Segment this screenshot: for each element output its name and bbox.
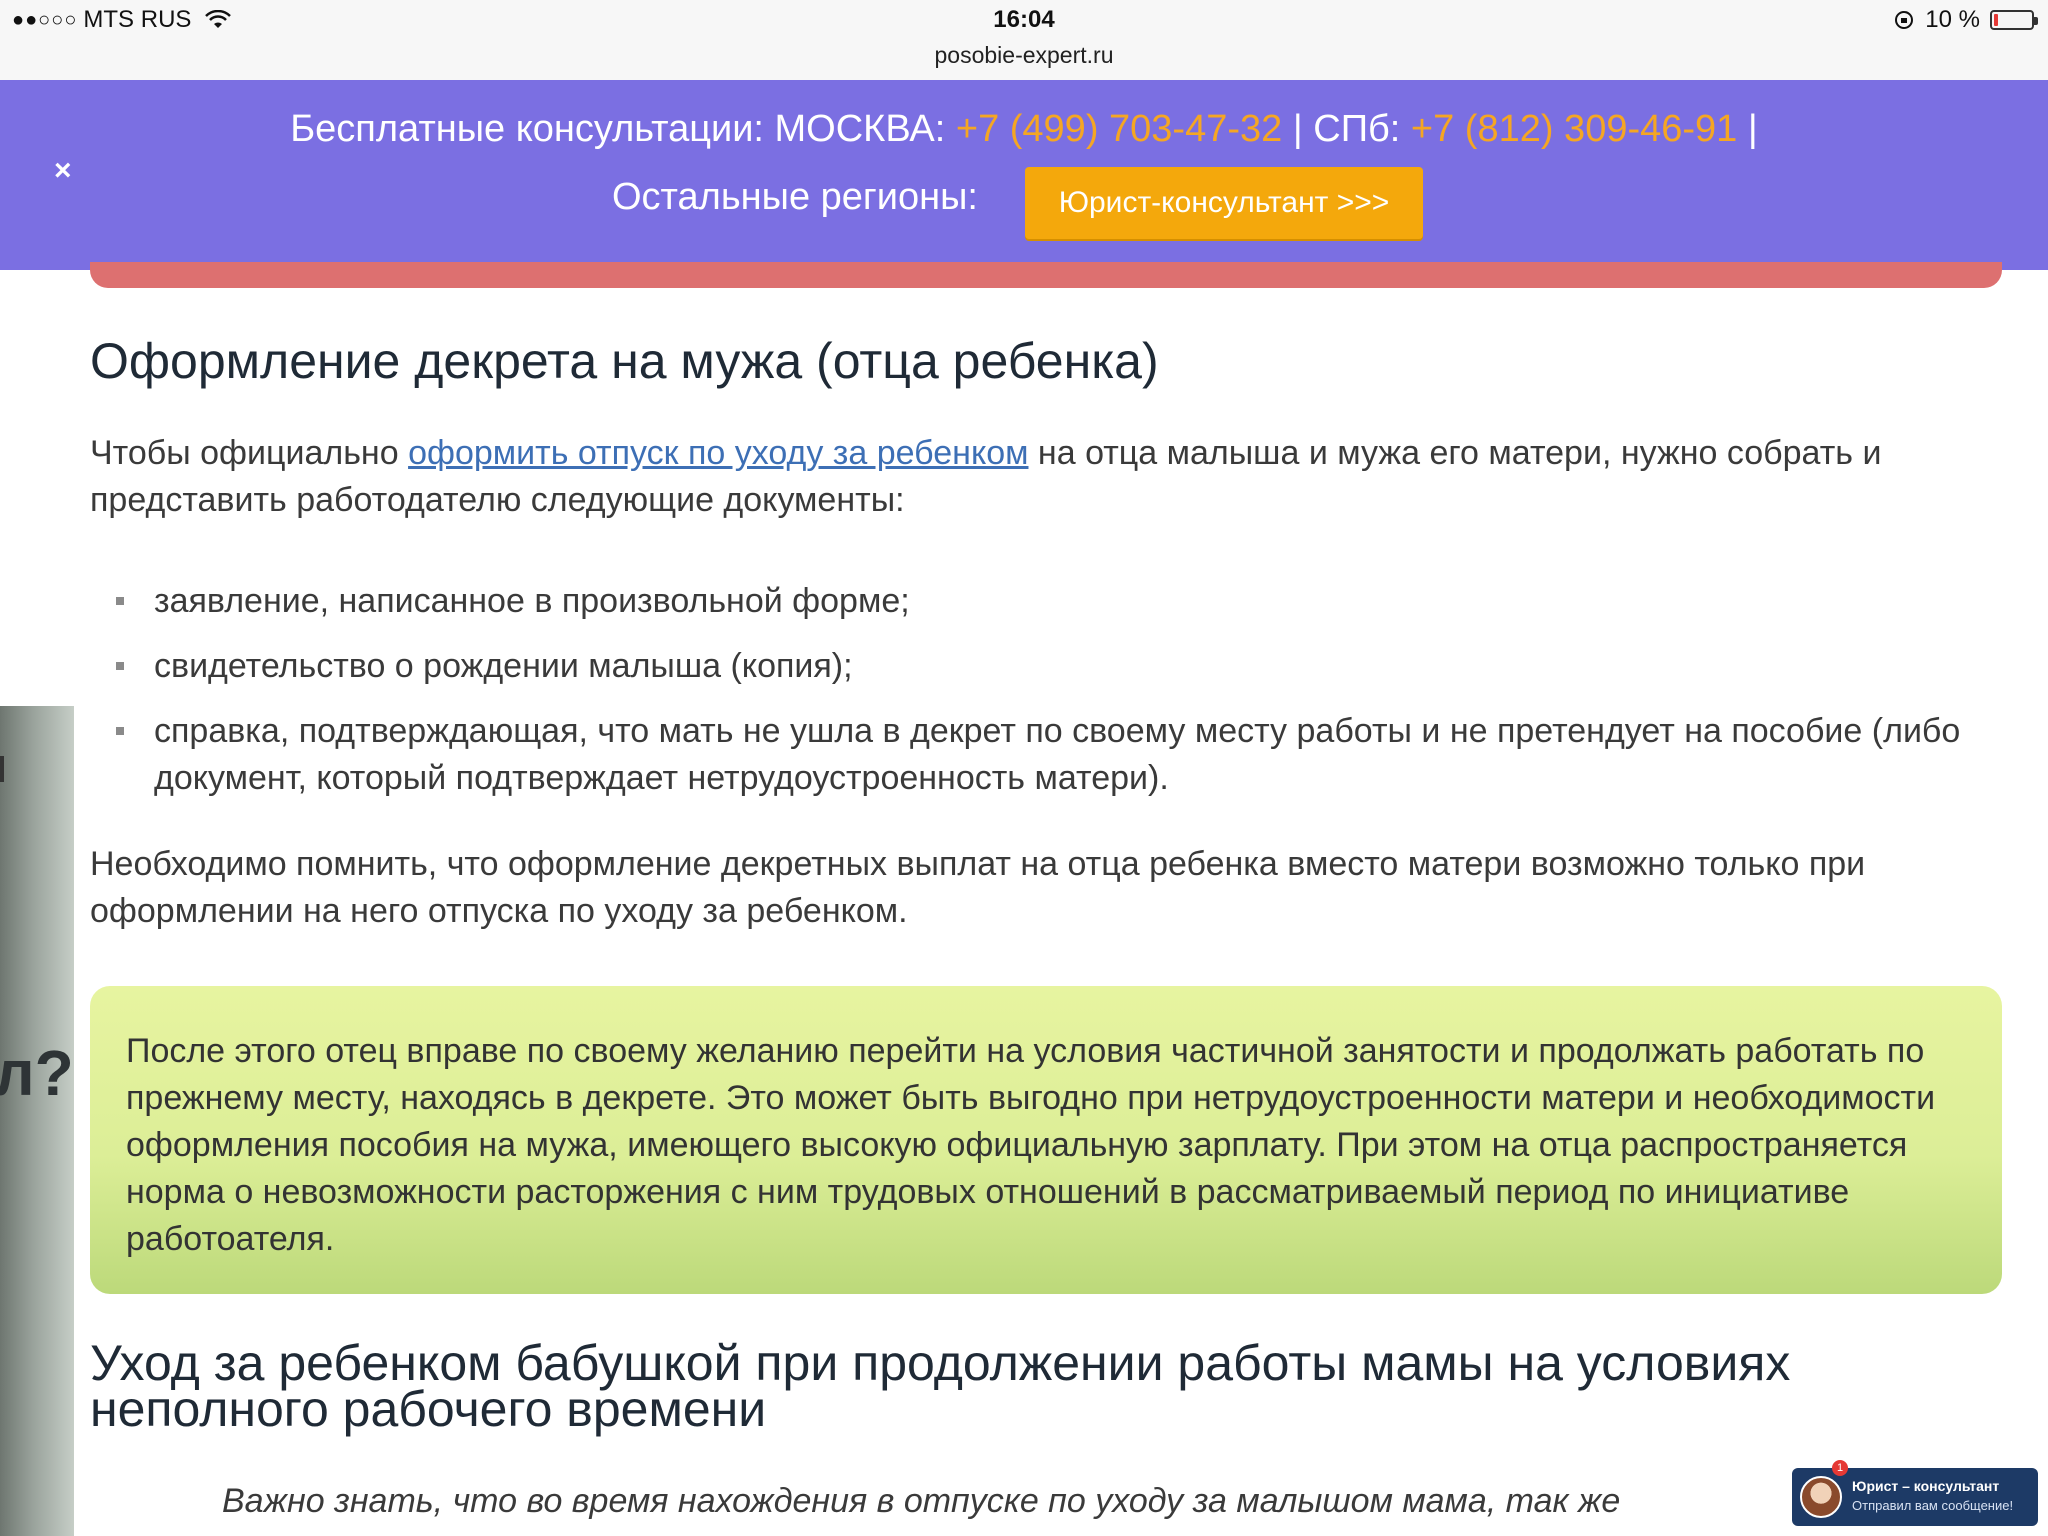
- intro-paragraph: Чтобы официально оформить отпуск по уход…: [90, 430, 2002, 524]
- close-icon[interactable]: ×: [54, 154, 72, 188]
- section-heading-grandmother: Уход за ребенком бабушкой при продолжени…: [90, 1335, 1791, 1437]
- chat-subtitle: Отправил вам сообщение!: [1852, 1498, 2014, 1513]
- battery-percent: 10 %: [1925, 6, 1980, 33]
- list-item-text: заявление, написанное в произвольной фор…: [154, 582, 910, 620]
- consultation-banner: × Бесплатные консультации: МОСКВА: +7 (4…: [0, 80, 2048, 270]
- banner-separator: |: [1737, 108, 1758, 150]
- italic-note: Важно знать, что во время нахождения в о…: [222, 1482, 1621, 1520]
- banner-label-moscow: Бесплатные консультации: МОСКВА:: [290, 108, 956, 150]
- ios-status-bar: ●●○○○ MTS RUS 16:04 posobie-expert.ru 10…: [0, 0, 2048, 81]
- bullet-icon: [116, 727, 124, 735]
- spb-phone-link[interactable]: +7 (812) 309-46-91: [1411, 108, 1737, 150]
- bullet-icon: [116, 597, 124, 605]
- side-image-mark: [0, 756, 4, 782]
- list-item: заявление, написанное в произвольной фор…: [90, 578, 2002, 625]
- list-item: справка, подтверждающая, что мать не ушл…: [90, 708, 2002, 802]
- battery-level: [1994, 14, 1998, 26]
- battery-icon: [1990, 10, 2038, 30]
- banner-regions-label: Остальные регионы:: [612, 176, 978, 218]
- moscow-phone-link[interactable]: +7 (499) 703-47-32: [956, 108, 1282, 150]
- address-bar-url[interactable]: posobie-expert.ru: [0, 42, 2048, 69]
- documents-list: заявление, написанное в произвольной фор…: [90, 578, 2002, 820]
- reminder-paragraph: Необходимо помнить, что оформление декре…: [90, 845, 1866, 930]
- notification-badge: 1: [1832, 1460, 1848, 1476]
- bullet-icon: [116, 662, 124, 670]
- clock: 16:04: [993, 6, 1055, 33]
- orientation-lock-icon: [1895, 11, 1914, 29]
- battery-area: 10 %: [1893, 6, 2038, 34]
- banner-phones-line: Бесплатные консультации: МОСКВА: +7 (499…: [0, 108, 2048, 151]
- banner-label-spb: | СПб:: [1282, 108, 1411, 150]
- side-background-image: л?: [0, 706, 74, 1536]
- list-item-text: свидетельство о рождении малыша (копия);: [154, 647, 853, 685]
- chat-widget[interactable]: 1 Юрист – консультант Отправил вам сообщ…: [1792, 1460, 2038, 1526]
- previous-block-bottom-edge: [90, 262, 2002, 288]
- list-item-text: справка, подтверждающая, что мать не ушл…: [154, 712, 1961, 797]
- highlight-callout: После этого отец вправе по своему желани…: [90, 986, 2002, 1294]
- consultant-avatar: [1800, 1476, 1842, 1518]
- chat-title: Юрист – консультант: [1852, 1478, 2000, 1494]
- parental-leave-link[interactable]: оформить отпуск по уходу за ребенком: [408, 434, 1028, 472]
- side-image-text: л?: [0, 1037, 74, 1109]
- callout-text: После этого отец вправе по своему желани…: [126, 1032, 1936, 1258]
- section-heading-father: Оформление декрета на мужа (отца ребенка…: [90, 333, 1159, 389]
- list-item: свидетельство о рождении малыша (копия);: [90, 643, 2002, 690]
- lawyer-consultant-button[interactable]: Юрист-консультант >>>: [1025, 167, 1423, 239]
- intro-text-start: Чтобы официально: [90, 434, 409, 472]
